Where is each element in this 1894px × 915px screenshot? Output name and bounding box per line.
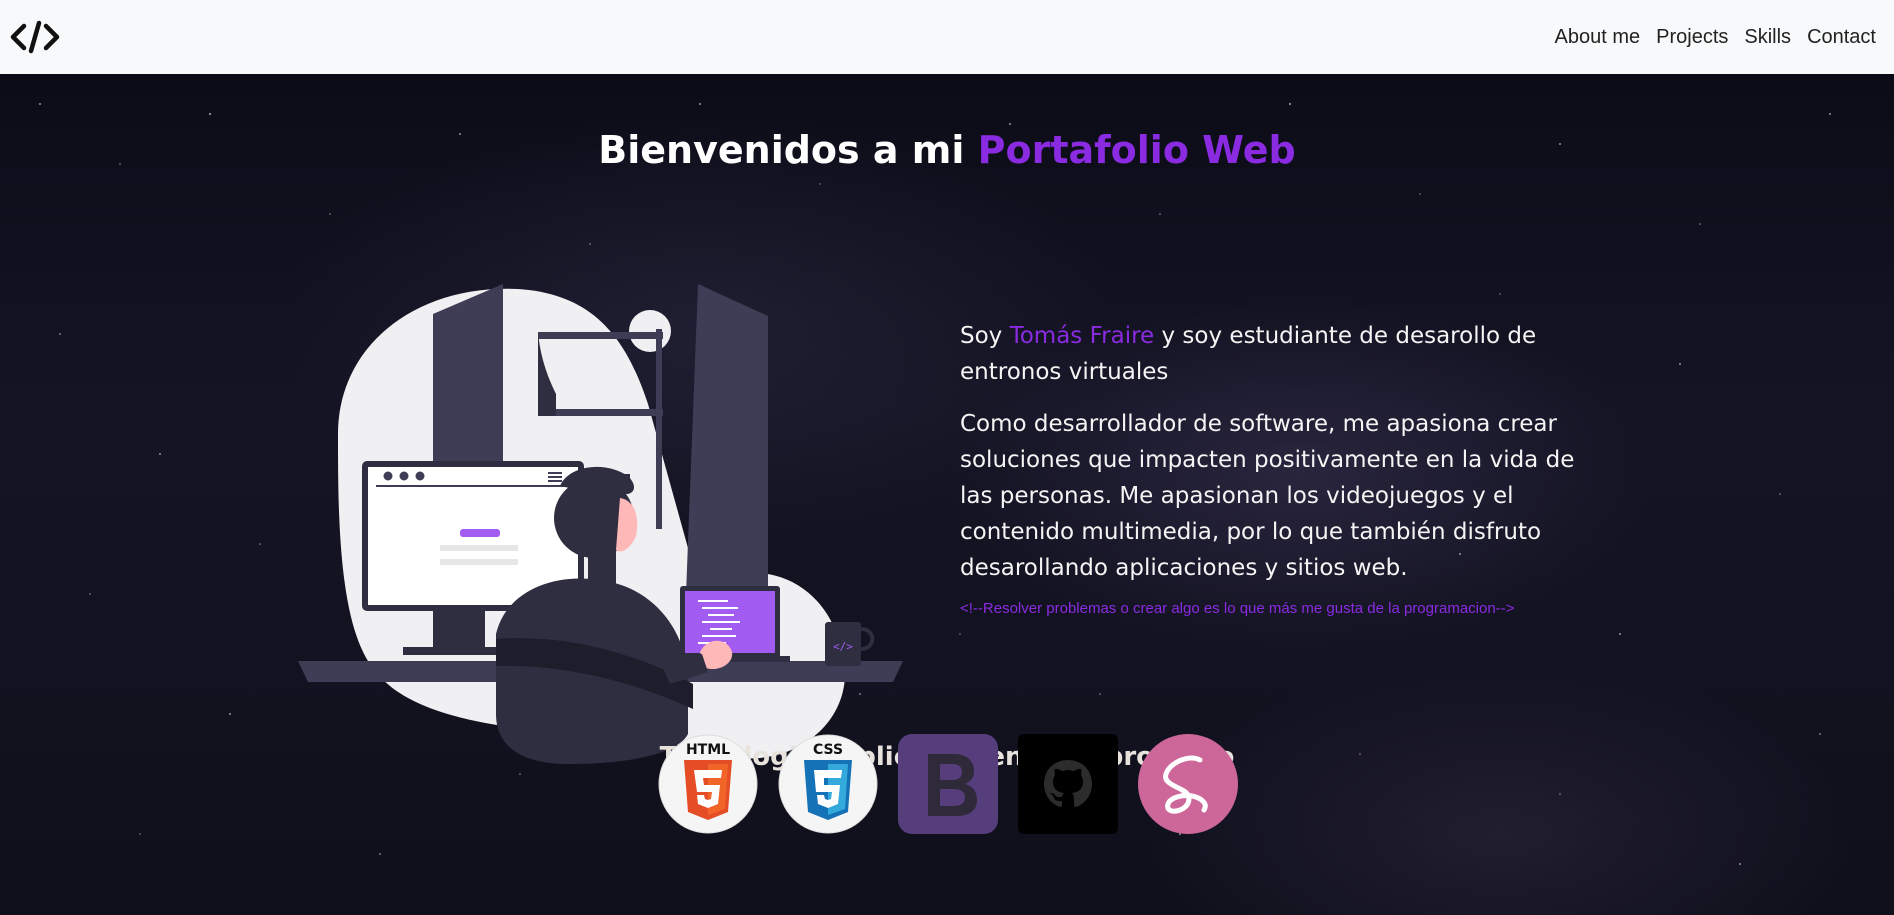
about-description: Como desarrollador de software, me apasi… (960, 411, 1575, 581)
nav-about-me[interactable]: About me (1547, 26, 1649, 49)
hero-title-prefix: Bienvenidos a mi (598, 128, 978, 172)
nav-projects[interactable]: Projects (1648, 26, 1736, 49)
nav-skills[interactable]: Skills (1736, 26, 1799, 49)
bootstrap-icon (898, 734, 998, 834)
css-label: CSS (813, 742, 843, 758)
intro-text: Soy Tomás Fraire y soy estudiante de des… (960, 318, 1600, 390)
css3-icon: CSS (778, 734, 878, 834)
svg-text:</>: </> (833, 640, 853, 653)
nav-contact[interactable]: Contact (1799, 26, 1884, 49)
github-icon (1018, 734, 1118, 834)
technologies-row: HTML CSS (658, 734, 1238, 834)
hero-title-accent: Portafolio Web (977, 128, 1296, 172)
nav-links: About me Projects Skills Contact (1547, 26, 1884, 49)
author-name: Tomás Fraire (1009, 323, 1155, 349)
sass-icon (1138, 734, 1238, 834)
code-comment: <!--Resolver problemas o crear algo es l… (960, 600, 1515, 617)
developer-illustration: </> (298, 284, 903, 764)
code-brackets-icon[interactable] (10, 17, 60, 57)
html5-icon: HTML (658, 734, 758, 834)
hero-title: Bienvenidos a mi Portafolio Web (0, 128, 1894, 172)
html-label: HTML (686, 742, 730, 758)
intro-prefix: Soy (960, 323, 1010, 349)
navbar: About me Projects Skills Contact (0, 0, 1894, 74)
about-text-block: Soy Tomás Fraire y soy estudiante de des… (960, 318, 1600, 617)
